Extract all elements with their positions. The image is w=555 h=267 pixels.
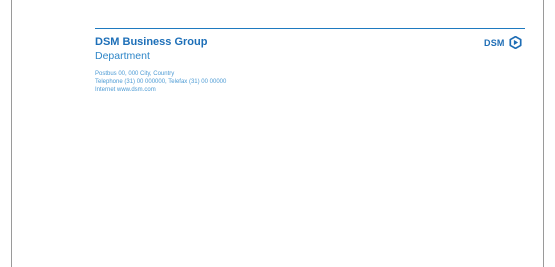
address-line-phone: Telephone (31) 00 000000, Telefax (31) 0… bbox=[95, 79, 227, 85]
company-name: DSM Business Group bbox=[95, 36, 208, 48]
address-line-internet: Internet www.dsm.com bbox=[95, 87, 156, 93]
logo-text: DSM bbox=[484, 37, 505, 48]
dsm-logo-mark-icon bbox=[509, 36, 522, 49]
department-name: Department bbox=[95, 50, 150, 62]
address-line-postal: Postbus 00, 000 City, Country bbox=[95, 71, 175, 77]
page-border-right bbox=[543, 0, 544, 267]
dsm-logo: DSM bbox=[484, 36, 522, 49]
header-rule bbox=[95, 28, 525, 29]
page-border-left bbox=[11, 0, 12, 267]
address-block: Postbus 00, 000 City, Country Telephone … bbox=[95, 70, 226, 94]
letterhead-page: DSM Business Group Department Postbus 00… bbox=[0, 0, 555, 267]
